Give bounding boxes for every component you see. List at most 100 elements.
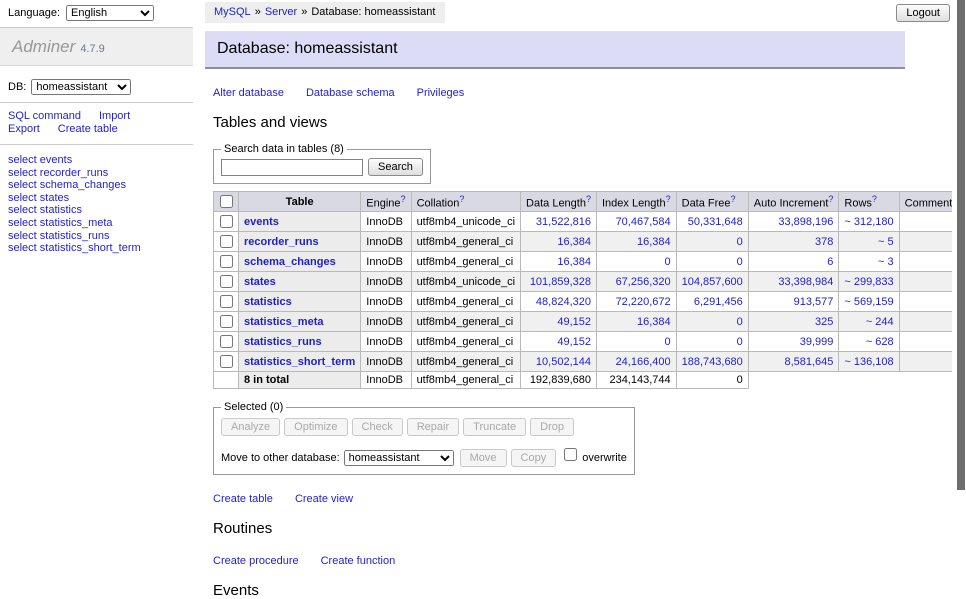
analyze-button[interactable]: Analyze — [221, 418, 280, 436]
cell-auto_increment: 6 — [748, 252, 839, 272]
table-name-link[interactable]: schema_changes — [244, 256, 336, 268]
app-brand: Adminer4.7.9 — [0, 28, 193, 66]
repair-button[interactable]: Repair — [407, 418, 459, 436]
overwrite-checkbox[interactable] — [564, 448, 577, 461]
cell-data_length: 49,152 — [521, 332, 597, 352]
cell-auto_increment: 33,398,984 — [748, 272, 839, 292]
cell-collation: utf8mb4_general_ci — [411, 352, 520, 372]
row-checkbox-cell — [214, 272, 239, 292]
total-name: 8 in total — [239, 372, 361, 389]
sidebar-select-events-link[interactable]: select events — [8, 154, 185, 167]
sidebar-import-link[interactable]: Import — [99, 110, 130, 123]
cell-rows: ~ 569,159 — [839, 292, 899, 312]
table-name-link[interactable]: statistics_meta — [244, 316, 324, 328]
search-button[interactable]: Search — [368, 158, 423, 176]
table-name-link[interactable]: statistics_short_term — [244, 356, 355, 368]
table-name-link[interactable]: recorder_runs — [244, 236, 319, 248]
sidebar-select-statistics-link[interactable]: select statistics — [8, 204, 185, 217]
tables-table: TableEngine?Collation?Data Length?Index … — [213, 191, 963, 389]
help-link[interactable]: ? — [872, 194, 877, 204]
check-button[interactable]: Check — [352, 418, 403, 436]
sidebar-select-statistics-meta-link[interactable]: select statistics_meta — [8, 217, 185, 230]
cell-name: schema_changes — [239, 252, 361, 272]
drop-button[interactable]: Drop — [530, 418, 574, 436]
row-checkbox[interactable] — [220, 215, 233, 228]
cell-engine: InnoDB — [361, 352, 411, 372]
table-name-link[interactable]: states — [244, 276, 276, 288]
sidebar-sql-command-link[interactable]: SQL command — [8, 110, 81, 123]
table-row: statesInnoDButf8mb4_unicode_ci101,859,32… — [214, 272, 963, 292]
row-checkbox-cell — [214, 332, 239, 352]
cell-rows: ~ 3 — [839, 252, 899, 272]
database-schema-link[interactable]: Database schema — [306, 87, 395, 99]
move-db-select[interactable]: homeassistant — [344, 450, 454, 466]
help-link[interactable]: ? — [459, 194, 464, 204]
selected-legend: Selected (0) — [221, 401, 286, 413]
help-link[interactable]: ? — [731, 194, 736, 204]
cell-auto_increment: 8,581,645 — [748, 352, 839, 372]
create-function-link[interactable]: Create function — [321, 555, 396, 567]
app-version[interactable]: 4.7.9 — [80, 43, 104, 55]
select-all-checkbox[interactable] — [220, 195, 233, 208]
row-checkbox[interactable] — [220, 355, 233, 368]
row-checkbox[interactable] — [220, 295, 233, 308]
row-checkbox[interactable] — [220, 275, 233, 288]
cell-rows: ~ 136,108 — [839, 352, 899, 372]
column-header-data_free: Data Free? — [676, 192, 748, 212]
copy-button[interactable]: Copy — [511, 449, 557, 467]
breadcrumb-server-link[interactable]: Server — [265, 6, 297, 18]
total-data_length: 192,839,680 — [521, 372, 597, 389]
help-link[interactable]: ? — [586, 194, 591, 204]
cell-engine: InnoDB — [361, 312, 411, 332]
scrollbar-track[interactable] — [952, 0, 966, 543]
sidebar-export-link[interactable]: Export — [8, 123, 40, 136]
table-name-link[interactable]: events — [244, 216, 279, 228]
row-checkbox-cell — [214, 212, 239, 232]
sidebar-create-table-link[interactable]: Create table — [58, 123, 118, 136]
overwrite-label: overwrite — [582, 452, 627, 464]
db-select[interactable]: homeassistant — [31, 79, 131, 95]
logout-button[interactable]: Logout — [896, 4, 950, 22]
sidebar-select-statistics-short-term-link[interactable]: select statistics_short_term — [8, 242, 185, 255]
table-header-row: TableEngine?Collation?Data Length?Index … — [214, 192, 963, 212]
row-checkbox[interactable] — [220, 255, 233, 268]
sidebar-select-states-link[interactable]: select states — [8, 192, 185, 205]
table-row: statistics_short_term InnoDButf8mb4_gener… — [214, 352, 963, 372]
cell-name: recorder_runs — [239, 232, 361, 252]
privileges-link[interactable]: Privileges — [417, 87, 465, 99]
sidebar-select-recorder-runs-link[interactable]: select recorder_runs — [8, 167, 185, 180]
scrollbar-thumb[interactable] — [957, 0, 965, 490]
table-name-link[interactable]: statistics — [244, 296, 292, 308]
cell-index_length: 16,384 — [596, 232, 676, 252]
language-select[interactable]: English — [66, 5, 154, 21]
sidebar-select-schema-changes-link[interactable]: select schema_changes — [8, 179, 185, 192]
row-checkbox[interactable] — [220, 335, 233, 348]
total-engine: InnoDB — [361, 372, 411, 389]
total-index_length: 234,143,744 — [596, 372, 676, 389]
help-link[interactable]: ? — [828, 194, 833, 204]
cell-collation: utf8mb4_general_ci — [411, 232, 520, 252]
help-link[interactable]: ? — [666, 194, 671, 204]
alter-database-link[interactable]: Alter database — [213, 87, 284, 99]
row-checkbox[interactable] — [220, 315, 233, 328]
sidebar-select-statistics-runs-link[interactable]: select statistics_runs — [8, 230, 185, 243]
breadcrumb-mysql-link[interactable]: MySQL — [214, 6, 251, 18]
move-button[interactable]: Move — [460, 449, 507, 467]
cell-collation: utf8mb4_general_ci — [411, 292, 520, 312]
cell-data_length: 48,824,320 — [521, 292, 597, 312]
create-view-link[interactable]: Create view — [295, 493, 353, 505]
cell-rows: ~ 299,833 — [839, 272, 899, 292]
row-checkbox-cell — [214, 252, 239, 272]
total-collation: utf8mb4_general_ci — [411, 372, 520, 389]
table-name-link[interactable]: statistics_runs — [244, 336, 322, 348]
truncate-button[interactable]: Truncate — [463, 418, 526, 436]
optimize-button[interactable]: Optimize — [284, 418, 347, 436]
cell-data_free: 6,291,456 — [676, 292, 748, 312]
search-input[interactable] — [221, 159, 363, 176]
help-link[interactable]: ? — [401, 194, 406, 204]
create-table-link[interactable]: Create table — [213, 493, 273, 505]
create-procedure-link[interactable]: Create procedure — [213, 555, 299, 567]
row-checkbox[interactable] — [220, 235, 233, 248]
cell-rows: ~ 5 — [839, 232, 899, 252]
total-data_free: 0 — [676, 372, 748, 389]
